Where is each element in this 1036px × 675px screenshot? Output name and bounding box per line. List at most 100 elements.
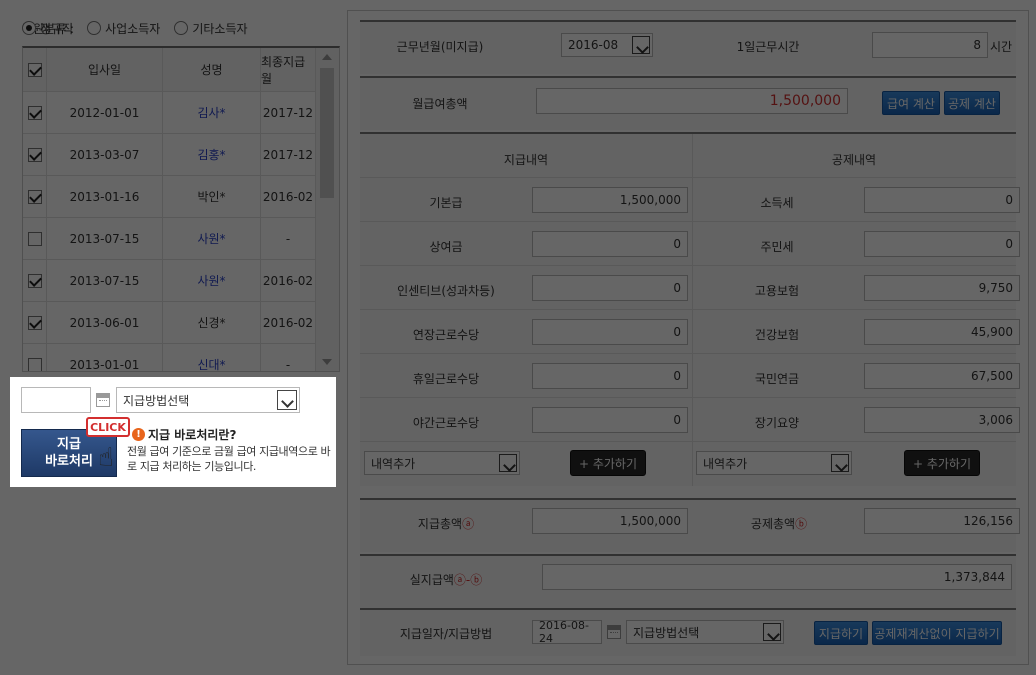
employee-name[interactable]: 김홍* bbox=[163, 134, 261, 175]
table-row[interactable]: 2013-01-01 신대* - bbox=[23, 344, 315, 371]
pay-total-input[interactable]: 1,500,000 bbox=[532, 508, 688, 534]
pay-add-button[interactable]: + 추가하기 bbox=[570, 450, 646, 476]
monthly-total-input[interactable]: 1,500,000 bbox=[536, 88, 848, 114]
last-pay-cell: 2016-02 bbox=[262, 189, 314, 204]
deduct-item-label: 국민연금 bbox=[754, 372, 800, 386]
deduct-item-label: 고용보험 bbox=[754, 284, 800, 298]
radio-other-income[interactable]: 기타소득자 bbox=[174, 20, 248, 37]
deduct-item-input[interactable]: 9,750 bbox=[864, 275, 1020, 301]
last-pay-cell: 2017-12 bbox=[262, 147, 314, 162]
calc-salary-button[interactable]: 급여 계산 bbox=[882, 91, 940, 115]
deduct-item-label: 소득세 bbox=[760, 196, 794, 210]
chevron-down-icon[interactable] bbox=[763, 623, 781, 641]
payment-date-input[interactable]: 2016-08-24 bbox=[532, 619, 602, 645]
scroll-up-icon[interactable] bbox=[322, 54, 332, 60]
pay-item-label: 야간근로수당 bbox=[412, 416, 480, 430]
payment-method-value: 지급방법선택 bbox=[633, 625, 700, 640]
net-pay-input[interactable]: 1,373,844 bbox=[542, 564, 1012, 590]
pay-item-label: 인센티브(성과차등) bbox=[397, 284, 495, 298]
calendar-icon[interactable] bbox=[96, 393, 110, 407]
calendar-icon[interactable] bbox=[607, 625, 621, 639]
net-pay-label: 실지급액ⓐ-ⓑ bbox=[360, 571, 532, 588]
quick-pay-box: 지급방법선택 지급 바로처리 CLICK ☝ ! 지급 바로처리란? 전월 급여… bbox=[10, 377, 336, 487]
pay-item-input[interactable]: 0 bbox=[532, 231, 688, 257]
last-pay-cell: 2016-02 bbox=[262, 315, 314, 330]
chevron-down-icon[interactable] bbox=[831, 454, 849, 472]
deduct-total-input[interactable]: 126,156 bbox=[864, 508, 1020, 534]
table-row[interactable]: 2012-01-01 김사* 2017-12 bbox=[23, 92, 315, 134]
chevron-down-icon[interactable] bbox=[277, 390, 297, 410]
row-checkbox[interactable] bbox=[27, 105, 42, 120]
row-checkbox-cell[interactable] bbox=[23, 260, 47, 301]
row-checkbox[interactable] bbox=[27, 273, 42, 288]
employee-name[interactable]: 김사* bbox=[163, 92, 261, 133]
table-row[interactable]: 2013-07-15 사원* - bbox=[23, 218, 315, 260]
radio-icon[interactable] bbox=[22, 21, 36, 35]
table-row[interactable]: 2013-07-15 사원* 2016-02 bbox=[23, 260, 315, 302]
calc-deduction-button[interactable]: 공제 계산 bbox=[944, 91, 1000, 115]
select-all-checkbox[interactable] bbox=[27, 62, 42, 77]
deduct-item-input[interactable]: 0 bbox=[864, 231, 1020, 257]
work-period-select[interactable]: 2016-08 bbox=[561, 33, 653, 57]
table-scrollbar[interactable] bbox=[315, 48, 339, 371]
employee-name[interactable]: 신대* bbox=[163, 344, 261, 371]
payment-method-select[interactable]: 지급방법선택 bbox=[626, 620, 784, 644]
table-row[interactable]: 2013-06-01 신경* 2016-02 bbox=[23, 302, 315, 344]
deduct-item-input[interactable]: 67,500 bbox=[864, 363, 1020, 389]
employee-name[interactable]: 사원* bbox=[163, 260, 261, 301]
pay-item-label: 연장근로수당 bbox=[412, 328, 480, 342]
table-row[interactable]: 2013-03-07 김홍* 2017-12 bbox=[23, 134, 315, 176]
pay-item-input[interactable]: 0 bbox=[532, 275, 688, 301]
deduct-add-item-select[interactable]: 내역추가 bbox=[696, 451, 852, 475]
quick-pay-button-line2: 바로처리 bbox=[45, 454, 93, 469]
pay-total-mark: ⓐ bbox=[462, 517, 475, 531]
pay-item-input[interactable]: 0 bbox=[532, 319, 688, 345]
row-checkbox[interactable] bbox=[27, 147, 42, 162]
table-row[interactable]: 2013-01-16 박인* 2016-02 bbox=[23, 176, 315, 218]
employee-name[interactable]: 신경* bbox=[163, 302, 261, 343]
row-checkbox[interactable] bbox=[27, 231, 42, 246]
column-divider bbox=[692, 134, 693, 486]
radio-icon[interactable] bbox=[87, 21, 102, 35]
header-hire-date: 입사일 bbox=[47, 48, 163, 91]
daily-hours-input[interactable]: 8 bbox=[872, 32, 988, 58]
pay-item-input[interactable]: 1,500,000 bbox=[532, 187, 688, 213]
radio-business-income[interactable]: 사업소득자 bbox=[87, 20, 160, 37]
scroll-down-icon[interactable] bbox=[322, 359, 332, 365]
hire-date-cell: 2013-01-16 bbox=[47, 176, 163, 217]
chevron-down-icon[interactable] bbox=[499, 454, 517, 472]
row-divider bbox=[360, 177, 1016, 178]
pay-item-input[interactable]: 0 bbox=[532, 407, 688, 433]
pay-without-recalc-button[interactable]: 공제재계산없이 지급하기 bbox=[872, 621, 1002, 645]
quick-pay-method-select[interactable]: 지급방법선택 bbox=[116, 387, 300, 413]
row-checkbox-cell[interactable] bbox=[23, 92, 47, 133]
deduct-item-input[interactable]: 45,900 bbox=[864, 319, 1020, 345]
row-checkbox[interactable] bbox=[27, 315, 42, 330]
row-checkbox-cell[interactable] bbox=[23, 134, 47, 175]
hire-date-cell: 2013-03-07 bbox=[47, 134, 163, 175]
row-checkbox-cell[interactable] bbox=[23, 344, 47, 371]
row-divider bbox=[360, 353, 1016, 354]
employee-name[interactable]: 사원* bbox=[163, 218, 261, 259]
employee-name[interactable]: 박인* bbox=[163, 176, 261, 217]
row-checkbox-cell[interactable] bbox=[23, 218, 47, 259]
hire-date-cell: 2013-06-01 bbox=[47, 302, 163, 343]
radio-icon[interactable] bbox=[174, 21, 189, 35]
chevron-down-icon[interactable] bbox=[632, 36, 650, 54]
pay-add-item-select[interactable]: 내역추가 bbox=[364, 451, 520, 475]
employee-table: 입사일 성명 최종지급월 2012-01-01 김사* 2017-12 2013-03… bbox=[22, 46, 340, 372]
pay-item-input[interactable]: 0 bbox=[532, 363, 688, 389]
deduct-item-input[interactable]: 0 bbox=[864, 187, 1020, 213]
row-checkbox[interactable] bbox=[27, 189, 42, 204]
net-pay-text: 실지급액 bbox=[409, 573, 454, 587]
payment-label: 지급일자/지급방법 bbox=[399, 627, 493, 641]
quick-pay-date-input[interactable] bbox=[21, 387, 91, 413]
row-checkbox[interactable] bbox=[27, 357, 42, 371]
pay-button[interactable]: 지급하기 bbox=[814, 621, 868, 645]
row-checkbox-cell[interactable] bbox=[23, 176, 47, 217]
scroll-thumb[interactable] bbox=[320, 68, 334, 198]
deduct-add-button[interactable]: + 추가하기 bbox=[904, 450, 980, 476]
select-all-cell[interactable] bbox=[23, 48, 47, 91]
row-checkbox-cell[interactable] bbox=[23, 302, 47, 343]
deduct-item-input[interactable]: 3,006 bbox=[864, 407, 1020, 433]
